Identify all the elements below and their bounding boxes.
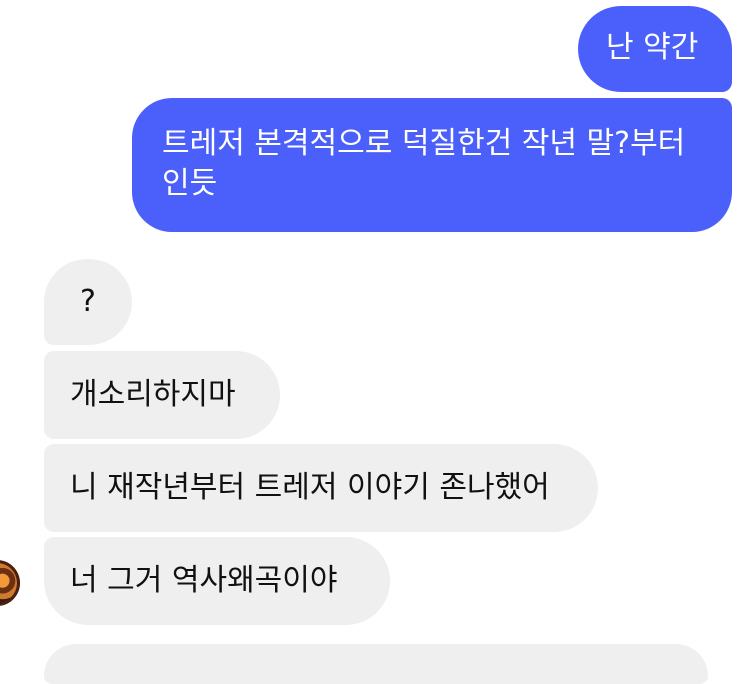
incoming-message[interactable]: ? [44, 259, 132, 345]
message-text: 니 재작년부터 트레저 이야기 존나했어 [70, 470, 550, 505]
outgoing-message[interactable]: 난 약간 [578, 6, 732, 92]
message-text: 너 그거 역사왜곡이야 [70, 563, 338, 598]
message-text: 개소리하지마 [70, 377, 236, 412]
profile-avatar-icon[interactable] [0, 560, 20, 606]
incoming-message[interactable]: 개소리하지마 [44, 351, 280, 439]
incoming-message[interactable]: 너 그거 역사왜곡이야 [44, 537, 390, 625]
outgoing-message[interactable]: 트레저 본격적으로 덕질한건 작년 말?부터인듯 [132, 98, 732, 232]
message-text: 난 약간 [606, 30, 699, 65]
message-text: 트레저 본격적으로 덕질한건 작년 말?부터인듯 [162, 126, 686, 201]
message-text: ? [80, 284, 96, 319]
incoming-message-partial[interactable] [44, 644, 708, 684]
incoming-message[interactable]: 니 재작년부터 트레저 이야기 존나했어 [44, 444, 598, 532]
